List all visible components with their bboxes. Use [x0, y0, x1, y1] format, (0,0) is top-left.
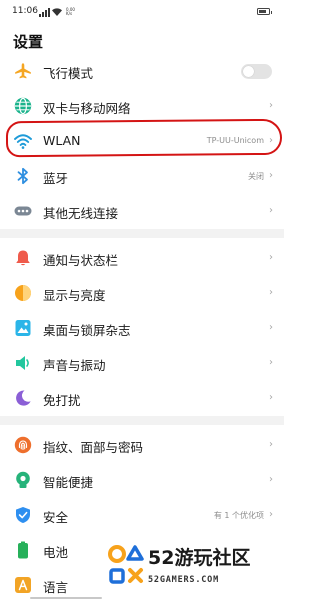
settings-item-label: 免打扰: [43, 393, 81, 408]
section-divider: [0, 416, 284, 425]
watermark-logo: [108, 545, 144, 584]
settings-item-label: 智能便捷: [43, 475, 94, 490]
status-icons: 0.00 K/s: [39, 6, 79, 18]
settings-item-label: 显示与亮度: [43, 288, 106, 303]
status-time: 11:06: [12, 6, 38, 16]
settings-item-fingerprint-face-password[interactable]: 指纹、面部与密码 ›: [0, 427, 284, 463]
home-indicator: [30, 597, 102, 599]
section-divider: [0, 229, 284, 238]
language-icon: [15, 577, 31, 593]
security-status: 有 1 个优化项: [213, 511, 264, 520]
chevron-right-icon: ›: [269, 100, 273, 111]
chevron-right-icon: ›: [269, 322, 273, 333]
signal-icon: [39, 7, 50, 17]
bell-icon: [16, 250, 30, 266]
settings-item-bluetooth[interactable]: 蓝牙 关闭 ›: [0, 158, 284, 194]
shield-icon: [16, 507, 30, 523]
globe-icon: [14, 97, 32, 115]
wlan-highlight-annotation: [5, 118, 283, 158]
settings-item-notifications-status-bar[interactable]: 通知与状态栏 ›: [0, 240, 284, 276]
brightness-icon: [15, 285, 31, 301]
settings-item-label: 蓝牙: [43, 171, 69, 186]
settings-item-sound-vibration[interactable]: 声音与振动 ›: [0, 345, 284, 381]
settings-item-label: 语言: [43, 580, 69, 595]
settings-item-label: 桌面与锁屏杂志: [43, 323, 131, 338]
settings-item-label: 声音与振动: [43, 358, 106, 373]
airplane-mode-toggle[interactable]: [241, 64, 272, 79]
settings-item-label: 电池: [43, 545, 69, 560]
wifi-status-icon: [52, 8, 62, 16]
settings-item-label: 其他无线连接: [43, 206, 119, 221]
battery-status-icon: [257, 8, 272, 15]
airplane-icon: [15, 63, 31, 79]
settings-item-do-not-disturb[interactable]: 免打扰 ›: [0, 380, 284, 416]
chevron-right-icon: ›: [269, 392, 273, 403]
page-title: 设置: [13, 33, 44, 51]
sound-icon: [16, 356, 29, 370]
bluetooth-status: 关闭: [248, 172, 264, 181]
wallpaper-icon: [15, 320, 31, 336]
watermark-title: 52游玩社区: [148, 547, 251, 569]
settings-item-airplane-mode[interactable]: 飞行模式: [0, 53, 284, 89]
settings-item-display-brightness[interactable]: 显示与亮度 ›: [0, 275, 284, 311]
watermark-subtitle: 52GAMERS.COM: [148, 575, 220, 585]
network-speed: 0.00 K/s: [66, 7, 75, 16]
watermark: 52游玩社区 52GAMERS.COM: [106, 543, 282, 593]
more-connections-icon: [14, 206, 32, 216]
fingerprint-icon: [14, 436, 32, 454]
settings-item-label: 双卡与移动网络: [43, 101, 131, 116]
settings-item-label: 通知与状态栏: [43, 253, 119, 268]
chevron-right-icon: ›: [269, 357, 273, 368]
bluetooth-icon: [17, 167, 28, 185]
settings-item-security[interactable]: 安全 有 1 个优化项 ›: [0, 497, 284, 533]
status-bar: 11:06 0.00 K/s: [0, 0, 284, 24]
settings-item-label: 指纹、面部与密码: [43, 440, 144, 455]
chevron-right-icon: ›: [269, 474, 273, 485]
settings-item-label: 飞行模式: [43, 66, 94, 81]
chevron-right-icon: ›: [269, 252, 273, 263]
chevron-right-icon: ›: [269, 205, 273, 216]
settings-item-other-wireless[interactable]: 其他无线连接 ›: [0, 193, 284, 229]
moon-icon: [16, 390, 31, 406]
settings-item-smart-assist[interactable]: 智能便捷 ›: [0, 462, 284, 498]
chevron-right-icon: ›: [269, 287, 273, 298]
chevron-right-icon: ›: [269, 170, 273, 181]
smart-assist-icon: [16, 471, 30, 488]
battery-icon: [18, 541, 28, 559]
settings-item-label: 安全: [43, 510, 69, 525]
chevron-right-icon: ›: [269, 439, 273, 450]
settings-item-wallpaper-magazine[interactable]: 桌面与锁屏杂志 ›: [0, 310, 284, 346]
chevron-right-icon: ›: [269, 509, 273, 520]
